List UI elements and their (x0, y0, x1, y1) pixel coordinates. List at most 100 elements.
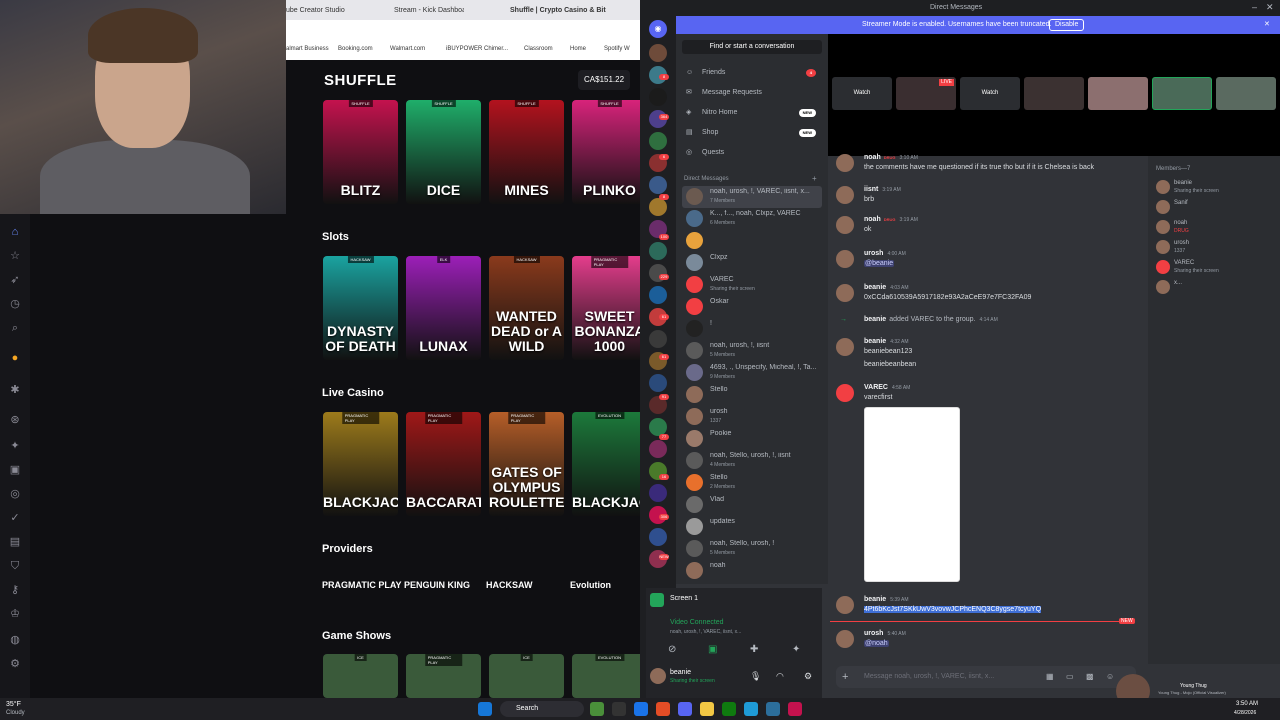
browser-tab-active[interactable]: Shuffle | Crypto Casino & Bitco (510, 4, 606, 18)
dm-item[interactable]: Clxpz (682, 252, 822, 274)
gift-icon[interactable]: ▦ (1046, 672, 1054, 681)
dm-item[interactable]: 4693, ., Unspecify, Micheal, !, Ta... 9 M… (682, 362, 822, 384)
gift-icon[interactable]: ✦ (9, 440, 21, 452)
bookmark[interactable]: Spotify W (604, 46, 630, 52)
member-item[interactable]: x... (1156, 278, 1276, 298)
server-icon[interactable] (649, 242, 667, 260)
dm-item[interactable]: updates (682, 516, 822, 538)
language-icon[interactable]: ◍ (9, 634, 21, 646)
plus-icon[interactable]: + (842, 666, 848, 688)
watch-button[interactable]: Watch (832, 77, 892, 110)
stream-thumbnail[interactable] (1152, 77, 1212, 110)
weather-temp[interactable]: 35°F (6, 701, 21, 708)
provider-logo[interactable]: PENGUIN KING (404, 580, 470, 590)
home-icon[interactable]: ⌂ (9, 226, 21, 238)
dm-item[interactable]: Vlad (682, 494, 822, 516)
dm-item[interactable]: Stello 2 Members (682, 472, 822, 494)
gear-icon[interactable]: ⚙ (804, 671, 812, 682)
provider-logo[interactable]: HACKSAW (486, 580, 533, 590)
provider-logo[interactable]: PRAGMATIC PLAY (322, 580, 402, 590)
coin-icon[interactable]: ● (9, 352, 21, 364)
watch-button[interactable]: Watch (960, 77, 1020, 110)
disable-button[interactable]: Disable (1049, 19, 1085, 31)
server-icon[interactable] (649, 528, 667, 546)
nav-item-shop[interactable]: ▤ Shop NEW (684, 124, 824, 142)
dm-item[interactable]: noah, Stello, urosh, !, iisnt 4 Members (682, 450, 822, 472)
app-icon[interactable] (766, 702, 780, 716)
plus-icon[interactable]: + (812, 174, 817, 183)
member-item[interactable]: VAREC Sharing their screen (1156, 258, 1276, 278)
server-icon[interactable] (649, 88, 667, 106)
dm-item[interactable]: VAREC Sharing their screen (682, 274, 822, 296)
game-card[interactable]: EVOLUTION BLACKJACK (572, 412, 640, 516)
casino-logo[interactable]: SHUFFLE (324, 72, 397, 89)
slots-heading[interactable]: Slots (322, 231, 349, 243)
member-item[interactable]: urosh 1337 (1156, 238, 1276, 258)
dm-item[interactable]: Oskar (682, 296, 822, 318)
headphones-icon[interactable]: ◠ (776, 671, 784, 682)
key-icon[interactable]: ⚷ (9, 584, 21, 596)
support-icon[interactable]: ◎ (9, 488, 21, 500)
game-card[interactable]: SHUFFLE PLINKO (572, 100, 640, 204)
settings-icon[interactable]: ⚙ (9, 658, 21, 670)
minimize-icon[interactable]: – (1252, 2, 1257, 12)
vip-icon[interactable]: ▣ (9, 464, 21, 476)
game-card[interactable]: ICE (323, 654, 398, 698)
game-card[interactable]: HACKSAW WANTED DEAD or A WILD (489, 256, 564, 360)
stream-thumbnail[interactable]: LIVE (896, 77, 956, 110)
server-icon[interactable] (649, 330, 667, 348)
nav-item-message-requests[interactable]: ✉ Message Requests (684, 84, 824, 102)
taskbar-search[interactable]: Search (500, 701, 584, 717)
dm-item[interactable]: Pookie (682, 428, 822, 450)
game-card[interactable]: HACKSAW DYNASTY OF DEATH (323, 256, 398, 360)
edge-icon[interactable] (634, 702, 648, 716)
gif-icon[interactable]: ▭ (1066, 672, 1074, 681)
game-card[interactable]: SHUFFLE DICE (406, 100, 481, 204)
nav-item-friends[interactable]: ☺ Friends 4 (684, 64, 824, 82)
crown-icon[interactable]: ♔ (9, 608, 21, 620)
game-shows-heading[interactable]: Game Shows (322, 630, 391, 642)
activity-icon[interactable]: ✚ (750, 644, 758, 655)
game-card[interactable]: EVOLUTION (572, 654, 640, 698)
discord-home-icon[interactable]: ◉ (649, 20, 667, 38)
server-icon[interactable] (649, 176, 667, 194)
share-screen-icon[interactable]: ▣ (708, 644, 717, 655)
member-item[interactable]: noah DRUG (1156, 218, 1276, 238)
browser-tab[interactable]: ube Creator Studio (286, 4, 366, 18)
microphone-icon[interactable]: 🎙 (750, 671, 761, 682)
dm-item[interactable]: urosh 1337 (682, 406, 822, 428)
game-card[interactable]: SHUFFLE MINES (489, 100, 564, 204)
bookmark[interactable]: Walmart.com (390, 46, 425, 52)
image-attachment[interactable] (864, 407, 960, 582)
soundboard-icon[interactable]: ✦ (792, 644, 800, 655)
app-icon[interactable] (722, 702, 736, 716)
game-card[interactable]: PRAGMATIC PLAY BLACKJACK (323, 412, 398, 516)
member-item[interactable]: beanie Sharing their screen (1156, 178, 1276, 198)
server-icon[interactable] (649, 484, 667, 502)
live-casino-heading[interactable]: Live Casino (322, 387, 384, 399)
server-icon[interactable] (649, 286, 667, 304)
star-icon[interactable]: ☆ (9, 250, 21, 262)
app-icon[interactable] (744, 702, 758, 716)
dm-item[interactable]: noah, urosh, !, iisnt 5 Members (682, 340, 822, 362)
bookmark[interactable]: Classroom (524, 46, 553, 52)
book-icon[interactable]: ▤ (9, 536, 21, 548)
dm-item[interactable]: noah (682, 560, 822, 582)
rocket-icon[interactable]: ➶ (9, 274, 21, 286)
casino-icon[interactable]: ✱ (9, 384, 21, 396)
folder-icon[interactable] (700, 702, 714, 716)
emoji-icon[interactable]: ☺ (1106, 672, 1114, 681)
discord-icon[interactable] (678, 702, 692, 716)
browser-tab[interactable]: Stream - Kick Dashboard (394, 4, 464, 18)
dm-item[interactable]: K..., f..., noah, Clxpz, VAREC 6 Members (682, 208, 822, 230)
stream-thumbnail[interactable] (1216, 77, 1276, 110)
server-icon[interactable] (649, 198, 667, 216)
bookmark[interactable]: Booking.com (338, 46, 373, 52)
dm-item[interactable] (682, 230, 822, 252)
nav-item-nitro-home[interactable]: ◈ Nitro Home NEW (684, 104, 824, 122)
game-card[interactable]: PRAGMATIC PLAY BACCARAT (406, 412, 481, 516)
check-icon[interactable]: ✓ (9, 512, 21, 524)
dm-item[interactable]: noah, Stello, urosh, ! 5 Members (682, 538, 822, 560)
game-card[interactable]: ELK LUNAX (406, 256, 481, 360)
search-input[interactable]: Find or start a conversation (682, 40, 822, 54)
